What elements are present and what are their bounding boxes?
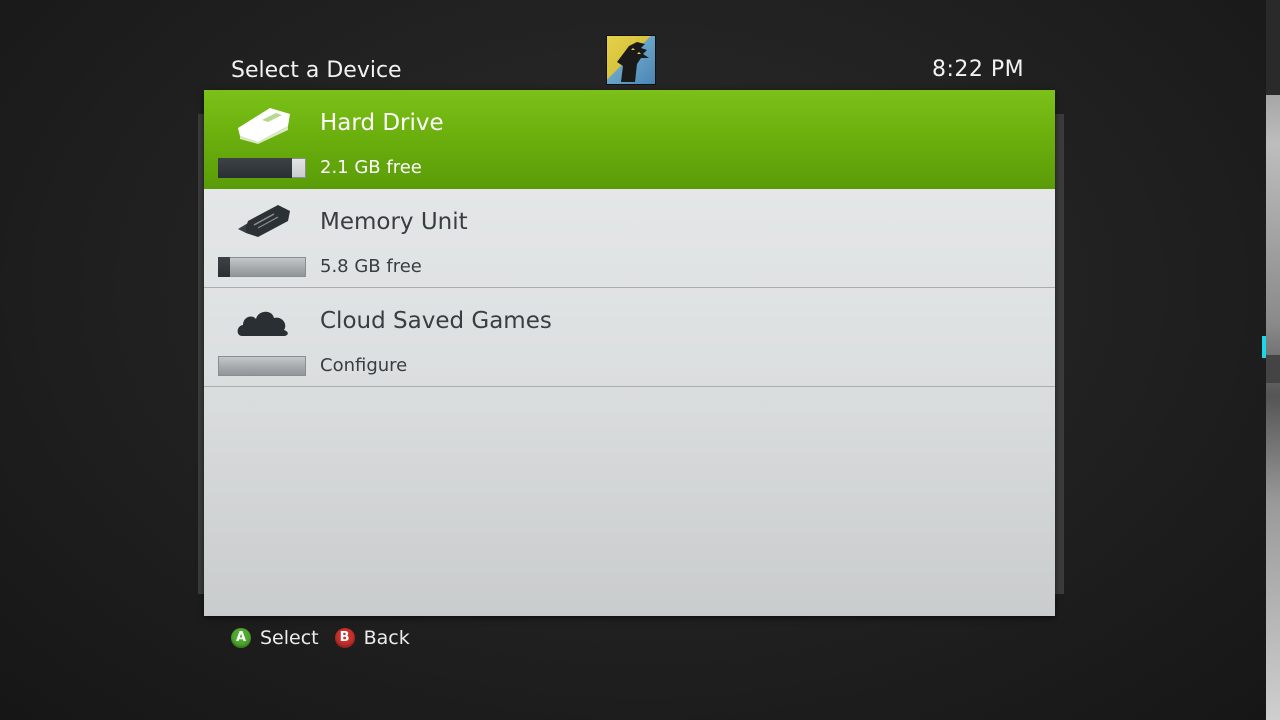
- device-status: 2.1 GB free: [320, 157, 422, 178]
- storage-usage-fill: [218, 158, 292, 178]
- device-name: Cloud Saved Games: [320, 308, 552, 334]
- edge-dark-segment-2: [1266, 355, 1280, 383]
- storage-usage-bar: [218, 158, 306, 178]
- screen-edge-artifact: [1262, 0, 1280, 720]
- gamerpic-avatar: [607, 36, 655, 84]
- device-status: 5.8 GB free: [320, 256, 422, 277]
- back-label: Back: [363, 627, 410, 649]
- storage-usage-fill: [218, 257, 231, 277]
- edge-cyan-marker: [1262, 336, 1266, 358]
- device-status: Configure: [320, 355, 408, 376]
- a-button-icon: A: [231, 628, 251, 648]
- cloud-icon: [237, 311, 288, 336]
- device-row-cloud-saved-games[interactable]: Cloud Saved Games Configure: [204, 288, 1055, 387]
- page-title: Select a Device: [231, 58, 402, 83]
- device-name: Hard Drive: [320, 110, 444, 136]
- b-button-icon: B: [334, 628, 355, 648]
- hard-drive-icon: [238, 108, 290, 144]
- back-action[interactable]: B Back: [334, 627, 410, 649]
- clock: 8:22 PM: [932, 57, 1025, 82]
- button-legend: A Select B Back: [231, 624, 426, 652]
- device-name: Memory Unit: [320, 209, 468, 235]
- select-label: Select: [260, 627, 319, 649]
- device-list: Hard Drive 2.1 GB free Memory Unit 5.8 G…: [204, 90, 1055, 616]
- select-action[interactable]: A Select: [231, 627, 319, 649]
- usb-drive-icon: [238, 205, 290, 237]
- edge-dark-segment: [1266, 0, 1280, 95]
- dragon-avatar-icon: [617, 42, 649, 82]
- device-row-memory-unit[interactable]: Memory Unit 5.8 GB free: [204, 189, 1055, 288]
- storage-usage-bar: [218, 356, 306, 376]
- storage-usage-bar: [218, 257, 306, 277]
- device-row-hard-drive[interactable]: Hard Drive 2.1 GB free: [204, 90, 1055, 189]
